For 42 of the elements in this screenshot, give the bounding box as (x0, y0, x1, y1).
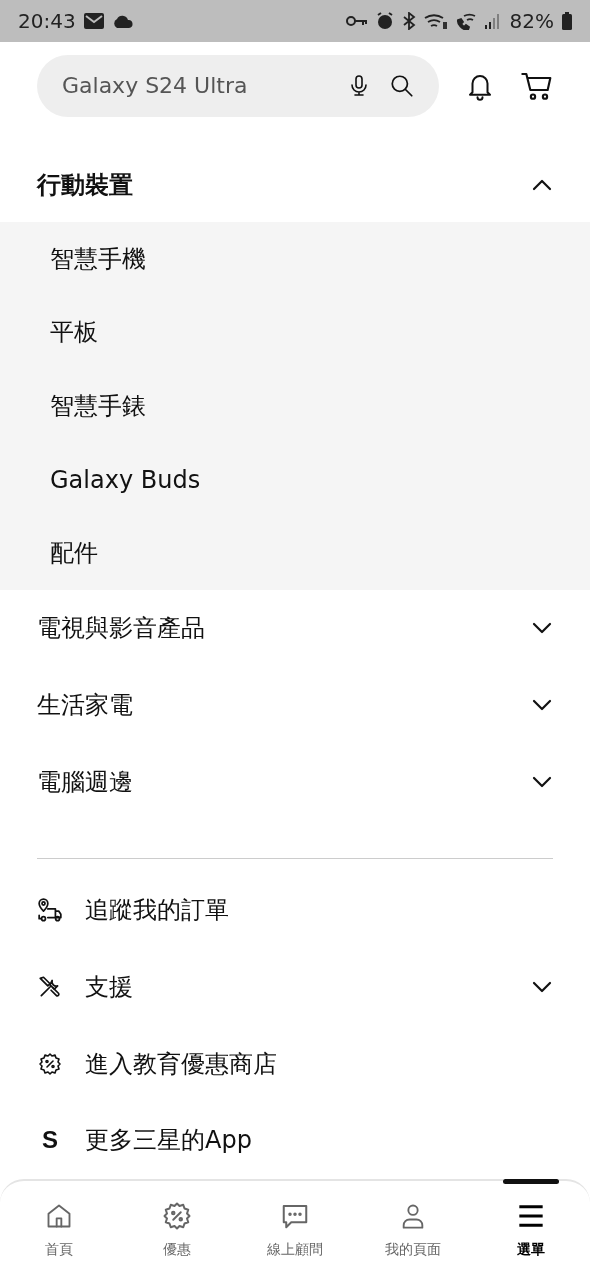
menu-link[interactable]: 進入教育優惠商店 (85, 1049, 277, 1078)
chevron-up-icon[interactable] (531, 178, 553, 193)
wifi-call-icon (455, 11, 476, 30)
chevron-down-icon[interactable] (531, 979, 553, 994)
nav-tab[interactable]: 我的頁面 (354, 1180, 472, 1280)
chevron-down-icon[interactable] (531, 621, 553, 636)
chevron-down-icon[interactable] (531, 697, 553, 712)
category-item[interactable]: 電視與影音產品 (37, 612, 205, 645)
submenu-item[interactable]: Galaxy Buds (50, 465, 201, 494)
mail-icon (83, 12, 104, 29)
search-icon (389, 72, 415, 99)
category-item[interactable]: 生活家電 (37, 688, 133, 721)
signal-icon (483, 12, 502, 29)
pin-truck-icon (37, 897, 63, 924)
nav-tab[interactable]: 首頁 (0, 1180, 118, 1280)
active-indicator (503, 1178, 559, 1184)
search-field[interactable]: Galaxy S24 Ultra (37, 54, 439, 117)
cloud-icon (111, 13, 134, 28)
battery-icon (562, 11, 572, 30)
tools-icon (37, 973, 63, 1000)
nav-tab[interactable]: 選單 (472, 1180, 590, 1280)
bluetooth-icon (401, 11, 416, 30)
submenu-item[interactable]: 智慧手錶 (50, 390, 146, 423)
chevron-down-icon[interactable] (531, 774, 553, 789)
menu-link[interactable]: 更多三星的App (85, 1126, 252, 1155)
submenu-item[interactable]: 配件 (50, 537, 98, 570)
submenu-item[interactable]: 智慧手機 (50, 242, 146, 275)
percent-badge-icon (38, 1051, 62, 1076)
category-item[interactable]: 電腦週邊 (37, 765, 133, 798)
alarm-icon (375, 11, 394, 30)
status-time: 20:43 (18, 8, 76, 33)
percent-badge-icon (162, 1200, 192, 1231)
category-item[interactable]: 行動裝置 (37, 169, 133, 202)
app-logo-icon: S (42, 1126, 58, 1155)
submenu-item[interactable]: 平板 (50, 316, 98, 349)
key-icon (345, 13, 368, 28)
nav-tab[interactable]: 線上顧問 (236, 1180, 354, 1280)
nav-tab[interactable]: 優惠 (118, 1180, 236, 1280)
battery-percent: 82% (509, 8, 554, 33)
wifi-icon (423, 11, 448, 30)
menu-link[interactable]: 支援 (85, 972, 133, 1001)
menu-link[interactable]: 追蹤我的訂單 (85, 896, 229, 925)
